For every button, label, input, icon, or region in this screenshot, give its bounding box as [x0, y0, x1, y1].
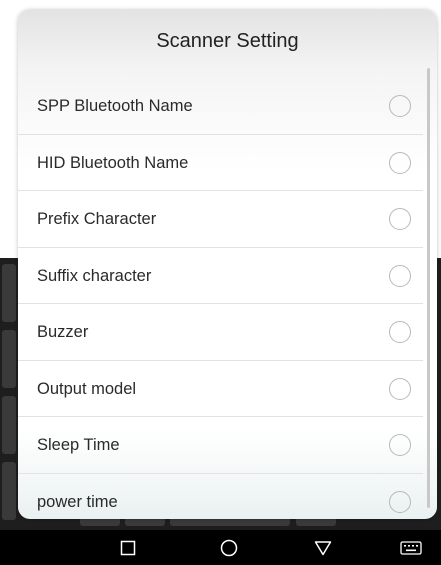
radio-button[interactable] — [389, 434, 411, 456]
list-item-label: Prefix Character — [37, 210, 157, 228]
keyboard-switch-button[interactable] — [391, 530, 431, 565]
list-item-prefix-character[interactable]: Prefix Character — [18, 191, 423, 248]
list-item-buzzer[interactable]: Buzzer — [18, 304, 423, 361]
list-item-label: Sleep Time — [37, 436, 120, 454]
recents-button[interactable] — [108, 530, 148, 565]
list-item-label: Suffix character — [37, 266, 152, 285]
radio-button[interactable] — [389, 377, 411, 400]
background-key — [2, 396, 16, 454]
radio-button[interactable] — [389, 490, 411, 513]
background-key — [2, 264, 16, 322]
list-item-label: HID Bluetooth Name — [37, 153, 189, 172]
background-key — [2, 462, 16, 520]
back-button[interactable] — [303, 530, 343, 565]
radio-button[interactable] — [389, 264, 411, 287]
background-key — [2, 330, 16, 388]
list-item-suffix-character[interactable]: Suffix character — [18, 248, 423, 304]
list-item-label: power time — [37, 492, 118, 511]
triangle-back-icon — [314, 540, 332, 555]
list-item-label: SPP Bluetooth Name — [37, 97, 193, 115]
radio-button[interactable] — [389, 151, 411, 174]
dialog-title: Scanner Setting — [156, 29, 299, 52]
list-item-output-model[interactable]: Output model — [18, 361, 423, 417]
radio-button[interactable] — [389, 321, 411, 343]
navigation-bar — [0, 530, 441, 565]
scanner-setting-dialog: Scanner Setting SPP Bluetooth Name HID B… — [18, 10, 437, 519]
settings-list: SPP Bluetooth Name HID Bluetooth Name Pr… — [18, 78, 423, 519]
circle-home-icon — [220, 539, 238, 556]
radio-button[interactable] — [389, 95, 411, 117]
scrollbar[interactable] — [427, 68, 430, 508]
list-item-label: Output model — [37, 379, 137, 398]
list-item-label: Buzzer — [37, 323, 89, 341]
list-item-hid-bluetooth-name[interactable]: HID Bluetooth Name — [18, 135, 423, 191]
list-item-sleep-time[interactable]: Sleep Time — [18, 417, 423, 474]
keyboard-icon — [400, 540, 422, 555]
list-item-spp-bluetooth-name[interactable]: SPP Bluetooth Name — [18, 78, 423, 135]
list-item-power-time[interactable]: power time — [18, 474, 423, 520]
home-button[interactable] — [209, 530, 249, 565]
square-recents-icon — [120, 540, 136, 555]
radio-button[interactable] — [389, 208, 411, 230]
